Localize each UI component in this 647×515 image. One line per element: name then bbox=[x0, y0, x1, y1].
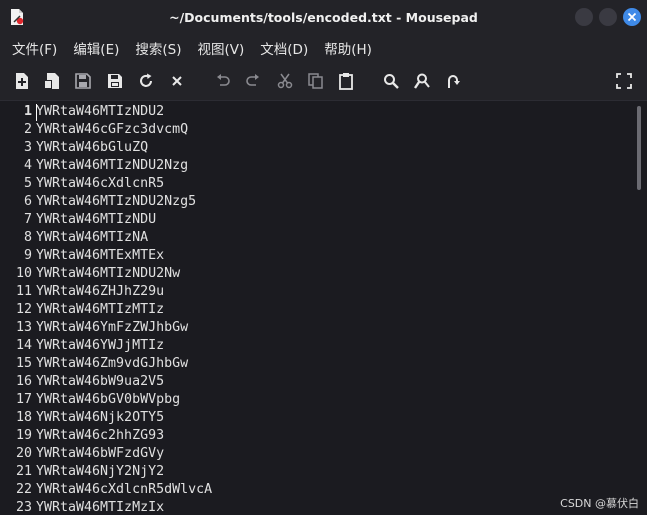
text-line[interactable]: YWRtaW46YWJjMTIz bbox=[36, 337, 164, 355]
line-number: 17 bbox=[15, 392, 32, 407]
text-line[interactable]: YWRtaW46MTIzNDU2Nzg bbox=[36, 157, 188, 175]
text-line[interactable]: YWRtaW46cXdlcnR5dWlvcA bbox=[36, 481, 212, 499]
text-line[interactable]: YWRtaW46MTIzNDU2Nw bbox=[36, 265, 180, 283]
text-cursor bbox=[36, 104, 37, 121]
line-number: 11 bbox=[15, 284, 32, 299]
editor-area[interactable]: 1 YWRtaW46MTIzNDU2 2 YWRtaW46cGFzc3dvcmQ 3 YW… bbox=[0, 101, 647, 515]
text-line[interactable]: YWRtaW46MTExMTEx bbox=[36, 247, 164, 265]
text-line[interactable]: YWRtaW46YmFzZWJhbGw bbox=[36, 319, 188, 337]
line-number: 23 bbox=[15, 500, 32, 515]
text-line[interactable]: YWRtaW46Njk2OTY5 bbox=[36, 409, 164, 427]
text-line[interactable]: YWRtaW46MTIzNA bbox=[36, 229, 148, 247]
text-line[interactable]: YWRtaW46MTIzNDU bbox=[36, 211, 156, 229]
text-line[interactable]: YWRtaW46MTIzNDU2 bbox=[36, 103, 164, 121]
line-number: 14 bbox=[15, 338, 32, 353]
line-number: 10 bbox=[15, 266, 32, 281]
line-number: 8 bbox=[23, 230, 32, 245]
line-number: 13 bbox=[15, 320, 32, 335]
vertical-scrollbar[interactable] bbox=[637, 106, 641, 190]
text-line[interactable]: YWRtaW46ZHJhZ29u bbox=[36, 283, 164, 301]
line-number: 22 bbox=[15, 482, 32, 497]
text-line[interactable]: YWRtaW46c2hhZG93 bbox=[36, 427, 164, 445]
text-line[interactable]: YWRtaW46NjY2NjY2 bbox=[36, 463, 164, 481]
line-number: 6 bbox=[23, 194, 32, 209]
text-line[interactable]: YWRtaW46bWFzdGVy bbox=[36, 445, 164, 463]
text-line[interactable]: YWRtaW46cXdlcnR5 bbox=[36, 175, 164, 193]
text-line[interactable]: YWRtaW46MTIzNDU2Nzg5 bbox=[36, 193, 196, 211]
line-number: 18 bbox=[15, 410, 32, 425]
line-number: 2 bbox=[23, 122, 32, 137]
line-number: 20 bbox=[15, 446, 32, 461]
watermark: CSDN @慕伏白 bbox=[560, 497, 639, 510]
text-line[interactable]: YWRtaW46bGluZQ bbox=[36, 139, 148, 157]
line-number: 16 bbox=[15, 374, 32, 389]
line-number: 5 bbox=[23, 176, 32, 191]
line-number: 21 bbox=[15, 464, 32, 479]
line-number: 1 bbox=[23, 104, 32, 119]
text-line[interactable]: YWRtaW46cGFzc3dvcmQ bbox=[36, 121, 188, 139]
line-number: 15 bbox=[15, 356, 32, 371]
line-number: 19 bbox=[15, 428, 32, 443]
text-line[interactable]: YWRtaW46bGV0bWVpbg bbox=[36, 391, 180, 409]
line-number: 7 bbox=[23, 212, 32, 227]
text-line[interactable]: YWRtaW46MTIzMTIz bbox=[36, 301, 164, 319]
line-number: 12 bbox=[15, 302, 32, 317]
text-line[interactable]: YWRtaW46MTIzMzIx bbox=[36, 499, 164, 515]
line-number: 9 bbox=[23, 248, 32, 263]
line-number: 4 bbox=[23, 158, 32, 173]
text-line[interactable]: YWRtaW46Zm9vdGJhbGw bbox=[36, 355, 188, 373]
text-line[interactable]: YWRtaW46bW9ua2V5 bbox=[36, 373, 164, 391]
line-number: 3 bbox=[23, 140, 32, 155]
